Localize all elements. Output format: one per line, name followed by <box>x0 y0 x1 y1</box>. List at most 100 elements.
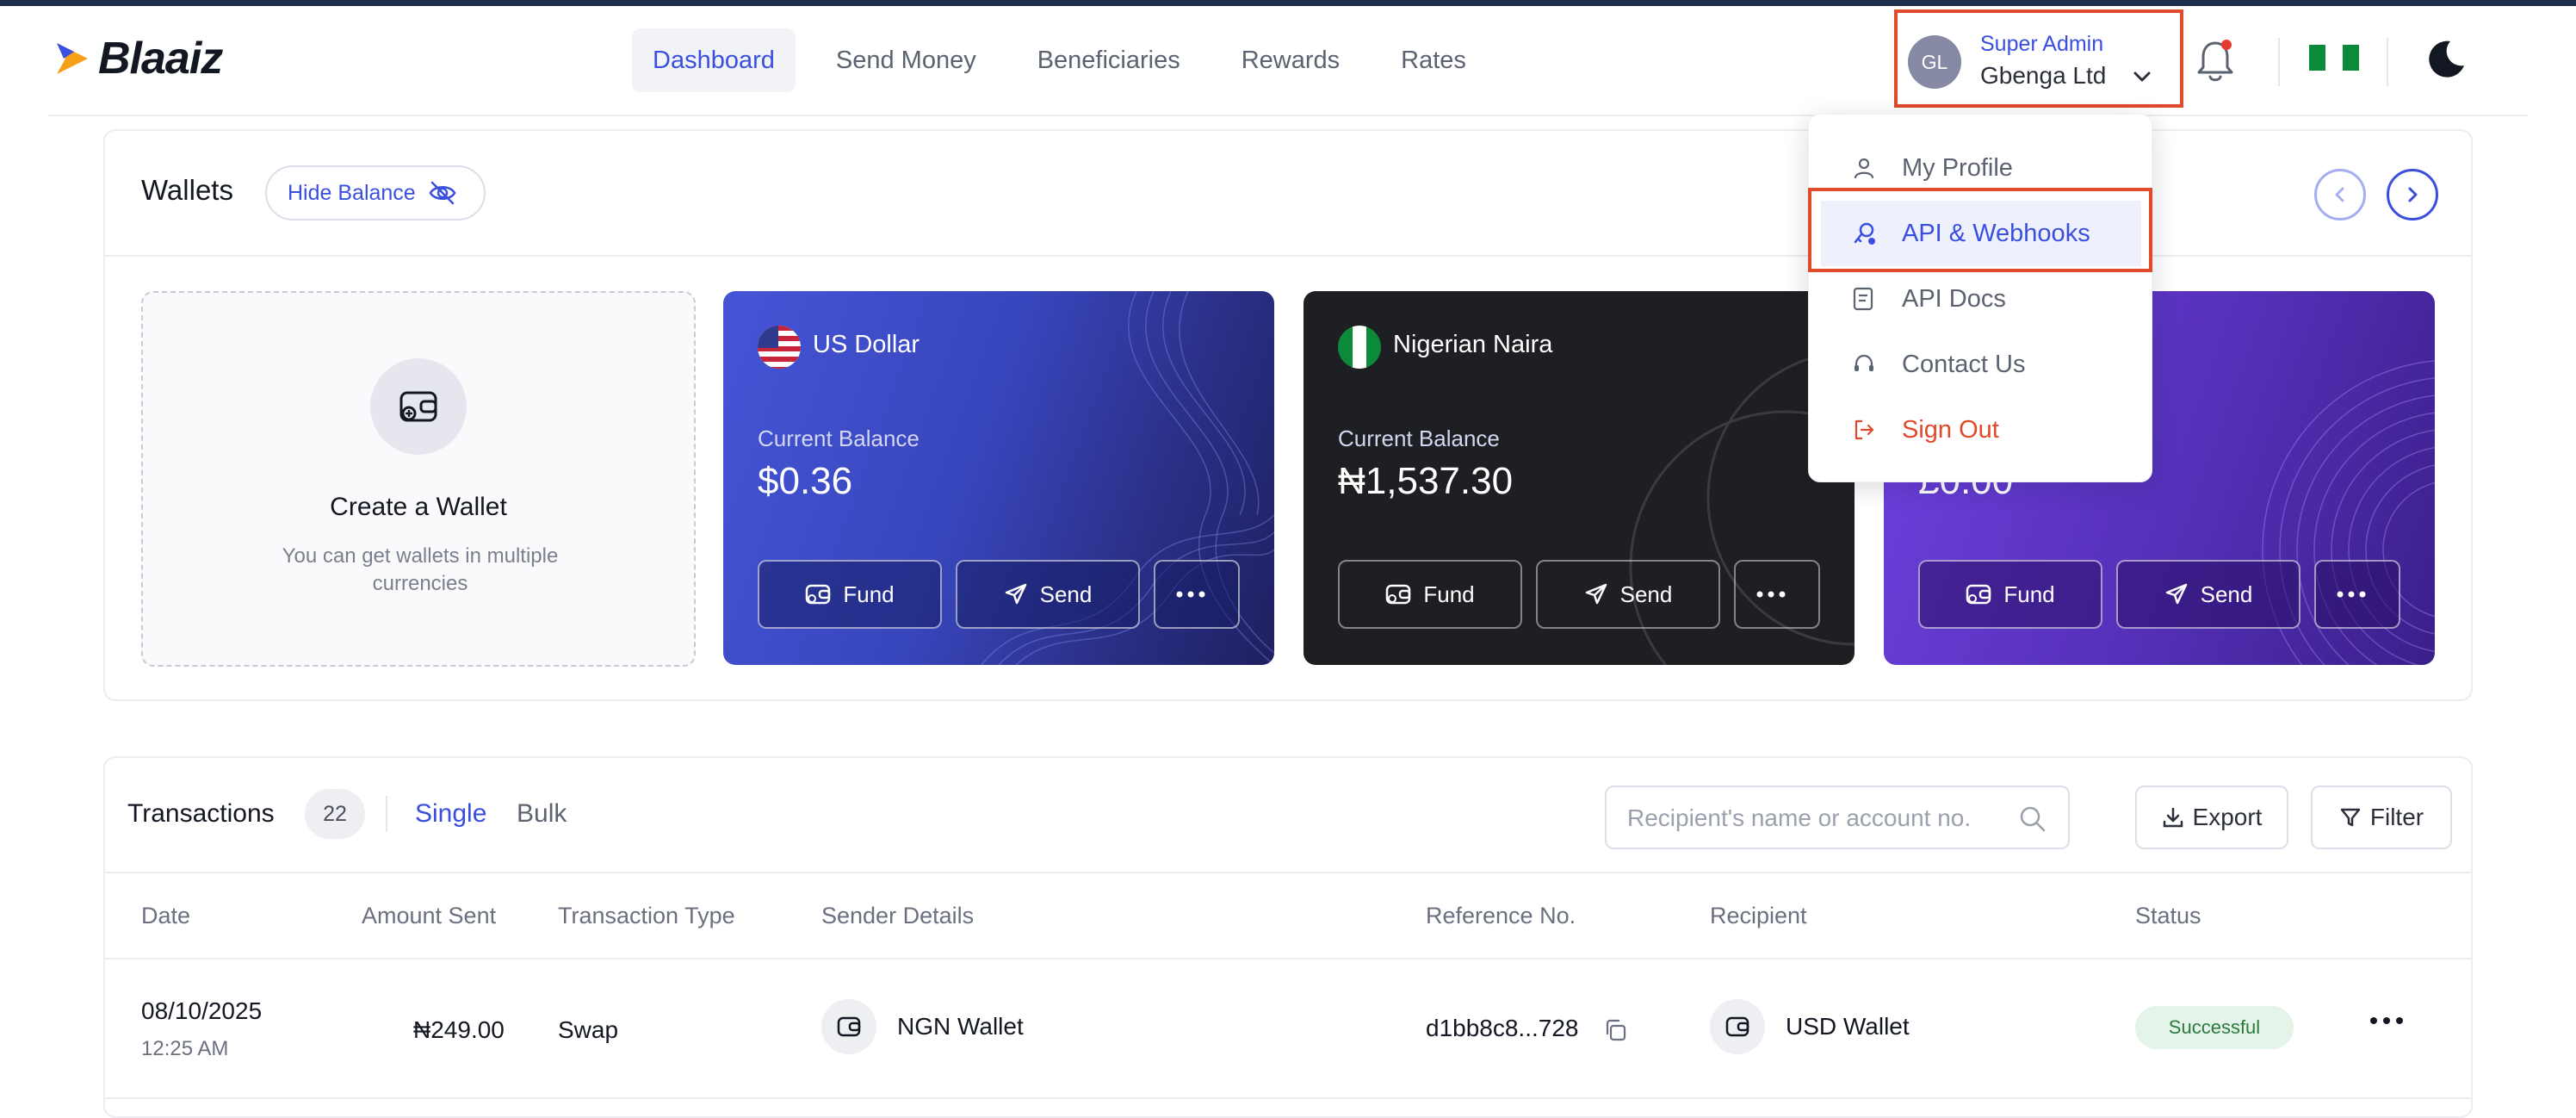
wallet-card-ngn: Nigerian Naira Current Balance ₦1,537.30… <box>1303 291 1855 665</box>
copy-icon[interactable] <box>1603 1018 1627 1042</box>
send-icon <box>1005 583 1026 605</box>
col-transaction-type: Transaction Type <box>558 903 735 929</box>
nav-send-money[interactable]: Send Money <box>815 28 997 92</box>
download-icon <box>2163 807 2183 828</box>
tab-single[interactable]: Single <box>415 799 486 829</box>
more-horizontal-icon <box>2337 591 2366 598</box>
create-wallet-subtitle: You can get wallets in multiple currenci… <box>282 544 559 595</box>
status-badge: Successful <box>2135 1006 2294 1049</box>
menu-item-contact-us[interactable]: Contact Us <box>1809 332 2152 397</box>
notification-badge <box>2221 40 2232 50</box>
user-company: Gbenga Ltd <box>1980 62 2107 89</box>
logo[interactable]: Blaaiz <box>53 33 223 84</box>
fund-icon <box>806 584 831 605</box>
menu-item-api-docs[interactable]: API Docs <box>1809 266 2152 332</box>
filter-button[interactable]: Filter <box>2311 786 2452 849</box>
send-button[interactable]: Send <box>2116 560 2300 629</box>
add-wallet-icon <box>370 358 467 455</box>
col-reference-no: Reference No. <box>1426 903 1576 929</box>
more-horizontal-icon[interactable] <box>2369 1016 2404 1025</box>
create-wallet-title: Create a Wallet <box>330 493 507 521</box>
search-field <box>1605 786 2070 849</box>
balance-label: Current Balance <box>758 425 920 451</box>
export-label: Export <box>2192 804 2263 830</box>
highlight-box <box>1808 188 2152 272</box>
send-label: Send <box>1619 581 1673 607</box>
logo-mark-icon <box>57 43 88 74</box>
more-options-button[interactable] <box>1154 560 1240 629</box>
row-amount: ₦249.00 <box>413 1016 505 1043</box>
col-recipient: Recipient <box>1710 903 1807 929</box>
fund-button[interactable]: Fund <box>758 560 942 629</box>
search-icon[interactable] <box>2018 804 2047 834</box>
user-role: Super Admin <box>1980 32 2104 56</box>
send-label: Send <box>2200 581 2253 607</box>
fund-button[interactable]: Fund <box>1918 560 2102 629</box>
document-icon <box>1853 287 1873 311</box>
wallet-icon <box>821 999 876 1054</box>
transactions-count-badge: 22 <box>305 789 365 839</box>
export-button[interactable]: Export <box>2135 786 2288 849</box>
top-accent-strip <box>0 0 2576 6</box>
fund-icon <box>1966 584 1991 605</box>
row-sender: NGN Wallet <box>897 1013 1024 1040</box>
logo-text: Blaaiz <box>98 34 223 84</box>
fund-label: Fund <box>1423 581 1475 607</box>
row-type: Swap <box>558 1016 619 1043</box>
moon-icon[interactable] <box>2424 38 2468 81</box>
filter-label: Filter <box>2369 804 2424 830</box>
transactions-title: Transactions <box>127 799 275 828</box>
menu-item-label: API Docs <box>1902 284 2006 313</box>
tab-bulk[interactable]: Bulk <box>517 799 567 829</box>
send-button[interactable]: Send <box>1536 560 1720 629</box>
hide-balance-button[interactable]: Hide Balance <box>265 165 486 220</box>
wallet-icon <box>1710 999 1765 1054</box>
send-button[interactable]: Send <box>956 560 1140 629</box>
profile-dropdown-menu: My Profile API & Webhooks API Docs Conta… <box>1808 114 2152 482</box>
table-row[interactable]: 08/10/2025 12:25 AM ₦249.00 Swap NGN Wal… <box>105 960 2471 1099</box>
nav-dashboard[interactable]: Dashboard <box>632 28 796 92</box>
header-divider <box>2387 38 2388 86</box>
nigeria-flag-icon[interactable] <box>2309 45 2359 71</box>
fund-label: Fund <box>843 581 895 607</box>
wallet-currency-name: US Dollar <box>813 331 920 358</box>
user-icon <box>1854 158 1874 179</box>
more-horizontal-icon <box>1756 591 1786 598</box>
menu-item-sign-out[interactable]: Sign Out <box>1809 397 2152 463</box>
send-icon <box>1585 583 1607 605</box>
menu-item-label: Sign Out <box>1902 415 1999 444</box>
transactions-panel: Transactions 22 Single Bulk Export Filte… <box>103 756 2473 1118</box>
header-divider <box>2278 38 2280 86</box>
row-recipient: USD Wallet <box>1786 1013 1910 1040</box>
table-header: Date Amount Sent Transaction Type Sender… <box>105 872 2471 960</box>
chevron-right-icon <box>2408 187 2418 202</box>
menu-item-label: My Profile <box>1902 153 2013 182</box>
fund-button[interactable]: Fund <box>1338 560 1522 629</box>
wallet-currency-name: Nigerian Naira <box>1393 331 1553 358</box>
row-time: 12:25 AM <box>141 1037 229 1060</box>
more-horizontal-icon <box>1176 591 1205 598</box>
nav-beneficiaries[interactable]: Beneficiaries <box>1017 28 1201 92</box>
balance-label: Current Balance <box>1338 425 1500 451</box>
wallets-next-button[interactable] <box>2387 169 2438 220</box>
send-icon <box>2165 583 2187 605</box>
col-sender-details: Sender Details <box>821 903 975 929</box>
chevron-down-icon <box>2133 71 2151 82</box>
col-status: Status <box>2135 903 2201 929</box>
row-reference: d1bb8c8...728 <box>1426 1015 1579 1041</box>
create-wallet-card[interactable]: Create a Wallet You can get wallets in m… <box>141 291 696 667</box>
wallets-title: Wallets <box>141 174 233 206</box>
col-amount-sent: Amount Sent <box>362 903 497 929</box>
more-options-button[interactable] <box>1734 560 1820 629</box>
row-date: 08/10/2025 <box>141 997 263 1024</box>
search-input[interactable] <box>1627 803 2006 834</box>
user-menu-trigger[interactable]: GL Super Admin Gbenga Ltd <box>1894 9 2183 108</box>
fund-label: Fund <box>2003 581 2055 607</box>
fund-icon <box>1386 584 1411 605</box>
more-options-button[interactable] <box>2314 560 2400 629</box>
nigeria-flag-icon <box>1338 326 1381 369</box>
nav-rates[interactable]: Rates <box>1380 28 1487 92</box>
hide-balance-label: Hide Balance <box>288 180 416 205</box>
nav-rewards[interactable]: Rewards <box>1221 28 1360 92</box>
wallets-prev-button[interactable] <box>2314 169 2366 220</box>
